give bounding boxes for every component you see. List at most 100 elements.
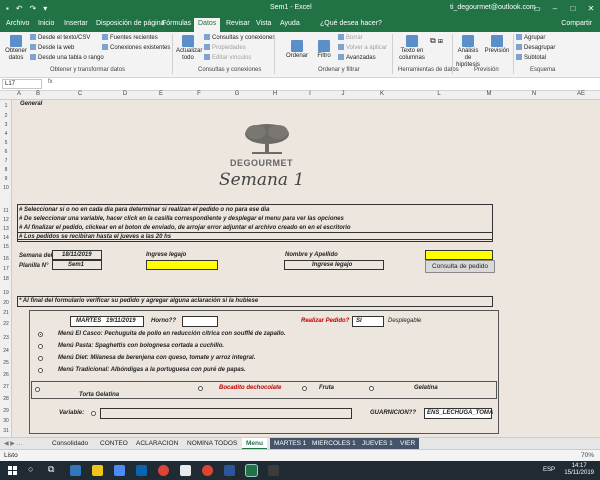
texto-columnas-button[interactable]: Texto en columnas: [398, 35, 426, 62]
row-header[interactable]: 22: [0, 321, 12, 327]
row-header[interactable]: 11: [0, 208, 12, 214]
store-icon[interactable]: [114, 465, 125, 476]
row-header[interactable]: 9: [0, 176, 12, 182]
tab-revisar[interactable]: Revisar: [226, 20, 250, 27]
menu-4-radio[interactable]: [38, 368, 43, 373]
row-header[interactable]: 31: [0, 428, 12, 434]
data-tools-icons[interactable]: ⧉ ⊞: [430, 36, 443, 46]
mail-icon[interactable]: [136, 465, 147, 476]
desagrupar-button[interactable]: Desagrupar: [516, 44, 555, 51]
col-header[interactable]: B: [24, 91, 52, 97]
app-icon-2[interactable]: [268, 465, 279, 476]
tab-formulas[interactable]: Fórmulas: [162, 20, 191, 27]
row-header[interactable]: 20: [0, 300, 12, 306]
variable-input[interactable]: [100, 408, 352, 419]
col-header[interactable]: L: [404, 91, 474, 97]
obtener-datos-button[interactable]: Obtener datos: [4, 35, 28, 62]
horno-dropdown[interactable]: [182, 316, 218, 327]
fuentes-recientes-button[interactable]: Fuentes recientes: [102, 34, 158, 41]
undo-icon[interactable]: ↶: [16, 4, 23, 13]
fx-icon[interactable]: fx: [48, 79, 53, 85]
row-header[interactable]: 3: [0, 122, 12, 128]
postre-torta-radio[interactable]: [35, 387, 40, 392]
row-header[interactable]: 23: [0, 335, 12, 341]
row-header[interactable]: 5: [0, 140, 12, 146]
row-header[interactable]: 14: [0, 235, 12, 241]
tab-archivo[interactable]: Archivo: [6, 20, 29, 27]
col-header[interactable]: AE: [564, 91, 598, 97]
customize-icon[interactable]: ▾: [43, 4, 47, 13]
row-header[interactable]: 17: [0, 266, 12, 272]
legajo-yellow-input[interactable]: [425, 250, 493, 260]
menu-3-radio[interactable]: [38, 356, 43, 361]
desde-tabla-button[interactable]: Desde una tabla o rango: [30, 54, 104, 61]
tab-ayuda[interactable]: Ayuda: [280, 20, 300, 27]
row-header[interactable]: 19: [0, 290, 12, 296]
col-header[interactable]: N: [504, 91, 564, 97]
task-view-icon[interactable]: ⧉: [48, 464, 54, 475]
search-icon[interactable]: ○: [28, 464, 33, 474]
word-icon[interactable]: [224, 465, 235, 476]
maximize-icon[interactable]: □: [564, 0, 582, 18]
postre-bocadito-radio[interactable]: [198, 386, 203, 391]
tab-insertar[interactable]: Insertar: [64, 20, 88, 27]
postre-fruta-radio[interactable]: [302, 386, 307, 391]
row-header[interactable]: 30: [0, 418, 12, 424]
row-header[interactable]: 15: [0, 244, 12, 250]
tray-language[interactable]: ESP: [543, 467, 555, 473]
edge-icon[interactable]: [70, 465, 81, 476]
agrupar-button[interactable]: Agrupar: [516, 34, 545, 41]
postre-gelatina-radio[interactable]: [369, 386, 374, 391]
row-header[interactable]: 27: [0, 384, 12, 390]
col-header[interactable]: H: [256, 91, 294, 97]
row-header[interactable]: 21: [0, 310, 12, 316]
col-header[interactable]: K: [360, 91, 404, 97]
variable-radio[interactable]: [91, 411, 96, 416]
row-header[interactable]: 25: [0, 360, 12, 366]
row-header[interactable]: 2: [0, 113, 12, 119]
col-header[interactable]: D: [108, 91, 142, 97]
col-header[interactable]: J: [326, 91, 360, 97]
tab-inicio[interactable]: Inicio: [38, 20, 54, 27]
chrome-icon-2[interactable]: [202, 465, 213, 476]
ordenar-button[interactable]: Ordenar: [284, 40, 310, 60]
row-header[interactable]: 18: [0, 276, 12, 282]
col-header[interactable]: F: [180, 91, 218, 97]
row-header[interactable]: 4: [0, 131, 12, 137]
close-icon[interactable]: ✕: [582, 0, 600, 18]
row-header[interactable]: 29: [0, 408, 12, 414]
row-header[interactable]: 1: [0, 103, 12, 109]
row-header[interactable]: 28: [0, 396, 12, 402]
filtro-button[interactable]: Filtro: [314, 40, 334, 60]
redo-icon[interactable]: ↷: [30, 4, 37, 13]
row-header[interactable]: 24: [0, 348, 12, 354]
sheet-nav-arrows[interactable]: ◀ ▶ …: [4, 440, 23, 447]
name-box[interactable]: L17: [2, 79, 42, 89]
borrar-button[interactable]: Borrar: [338, 34, 363, 41]
ribbon-display-icon[interactable]: ▭: [528, 0, 546, 18]
chrome-icon[interactable]: [158, 465, 169, 476]
tray-clock[interactable]: 14:17 15/11/2019: [564, 463, 594, 477]
save-icon[interactable]: ▪: [6, 4, 9, 13]
conexiones-existentes-button[interactable]: Conexiones existentes: [102, 44, 170, 51]
row-header[interactable]: 13: [0, 226, 12, 232]
propiedades-button[interactable]: Propiedades: [204, 44, 246, 51]
avanzadas-button[interactable]: Avanzadas: [338, 54, 376, 61]
windows-start-icon[interactable]: [8, 466, 17, 475]
tab-vista[interactable]: Vista: [256, 20, 271, 27]
cell-general[interactable]: General: [20, 101, 42, 107]
col-header[interactable]: G: [218, 91, 256, 97]
share-button[interactable]: Compartir: [561, 20, 592, 27]
account-name[interactable]: ti_degourmet@outlook.com: [450, 4, 536, 11]
desde-texto-button[interactable]: Desde el texto/CSV: [30, 34, 90, 41]
sheet-grid[interactable]: General DEGOURMET Semana 1 # Seleccionar…: [12, 100, 600, 437]
legajo-input[interactable]: [146, 260, 218, 270]
col-header[interactable]: I: [294, 91, 326, 97]
col-header[interactable]: E: [142, 91, 180, 97]
col-header[interactable]: M: [474, 91, 504, 97]
row-header[interactable]: 7: [0, 158, 12, 164]
tell-me-search[interactable]: ¿Qué desea hacer?: [320, 20, 382, 27]
volver-aplicar-button[interactable]: Volver a aplicar: [338, 44, 387, 51]
explorer-icon[interactable]: [92, 465, 103, 476]
row-header[interactable]: 26: [0, 372, 12, 378]
